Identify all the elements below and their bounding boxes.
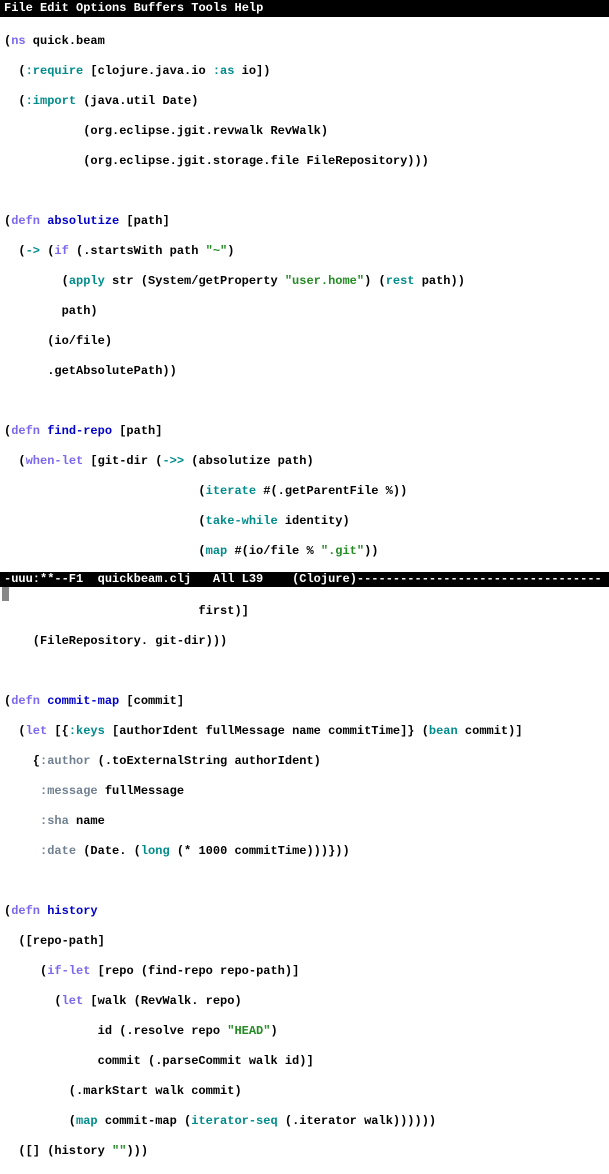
modeline-dashes: ---------------------------------- <box>357 572 602 586</box>
code-line: (org.eclipse.jgit.storage.file FileRepos… <box>4 154 609 169</box>
code-line: ([repo-path] <box>4 934 609 949</box>
menu-help[interactable]: Help <box>235 1 264 15</box>
code-line: (.markStart walk commit) <box>4 1084 609 1099</box>
code-line: (org.eclipse.jgit.revwalk RevWalk) <box>4 124 609 139</box>
code-line: (apply str (System/getProperty "user.hom… <box>4 274 609 289</box>
code-line: (if-let [repo (find-repo repo-path)] <box>4 964 609 979</box>
menu-bar: File Edit Options Buffers Tools Help <box>0 0 609 17</box>
code-line: (:import (java.util Date) <box>4 94 609 109</box>
code-line: (let [walk (RevWalk. repo) <box>4 994 609 1009</box>
code-line: (defn commit-map [commit] <box>4 694 609 709</box>
cursor <box>2 587 9 601</box>
modeline-filename: quickbeam.clj <box>98 572 192 586</box>
code-line: (take-while identity) <box>4 514 609 529</box>
code-line: (:require [clojure.java.io :as io]) <box>4 64 609 79</box>
code-line <box>4 874 609 889</box>
code-line <box>4 184 609 199</box>
menu-tools[interactable]: Tools <box>191 1 227 15</box>
menu-edit[interactable]: Edit <box>40 1 69 15</box>
code-line: (let [{:keys [authorIdent fullMessage na… <box>4 724 609 739</box>
code-line: (io/file) <box>4 334 609 349</box>
mode-line: -uuu:**--F1 quickbeam.clj All L39 (Cloju… <box>0 572 609 587</box>
code-line: ([] (history ""))) <box>4 1144 609 1159</box>
modeline-status: -uuu:**--F1 <box>4 572 98 586</box>
code-line: (FileRepository. git-dir))) <box>4 634 609 649</box>
code-line <box>4 664 609 679</box>
menu-file[interactable]: File <box>4 1 33 15</box>
code-line: .getAbsolutePath)) <box>4 364 609 379</box>
code-line: (map commit-map (iterator-seq (.iterator… <box>4 1114 609 1129</box>
menu-buffers[interactable]: Buffers <box>134 1 184 15</box>
code-line: :sha name <box>4 814 609 829</box>
code-line: (defn history <box>4 904 609 919</box>
code-line: (defn find-repo [path] <box>4 424 609 439</box>
code-line: path) <box>4 304 609 319</box>
code-line: (defn absolutize [path] <box>4 214 609 229</box>
code-line: (map #(io/file % ".git")) <box>4 544 609 559</box>
code-line: first)] <box>4 604 609 619</box>
code-line: (ns quick.beam <box>4 34 609 49</box>
menu-options[interactable]: Options <box>76 1 126 15</box>
code-line: :date (Date. (long (* 1000 commitTime)))… <box>4 844 609 859</box>
modeline-position: All L39 <box>191 572 292 586</box>
code-line: (-> (if (.startsWith path "~") <box>4 244 609 259</box>
code-line <box>4 394 609 409</box>
code-line: (iterate #(.getParentFile %)) <box>4 484 609 499</box>
code-line: id (.resolve repo "HEAD") <box>4 1024 609 1039</box>
code-line: :message fullMessage <box>4 784 609 799</box>
code-line: {:author (.toExternalString authorIdent) <box>4 754 609 769</box>
code-line: commit (.parseCommit walk id)] <box>4 1054 609 1069</box>
code-line: (when-let [git-dir (->> (absolutize path… <box>4 454 609 469</box>
minibuffer[interactable] <box>0 587 609 603</box>
modeline-mode: (Clojure) <box>292 572 357 586</box>
